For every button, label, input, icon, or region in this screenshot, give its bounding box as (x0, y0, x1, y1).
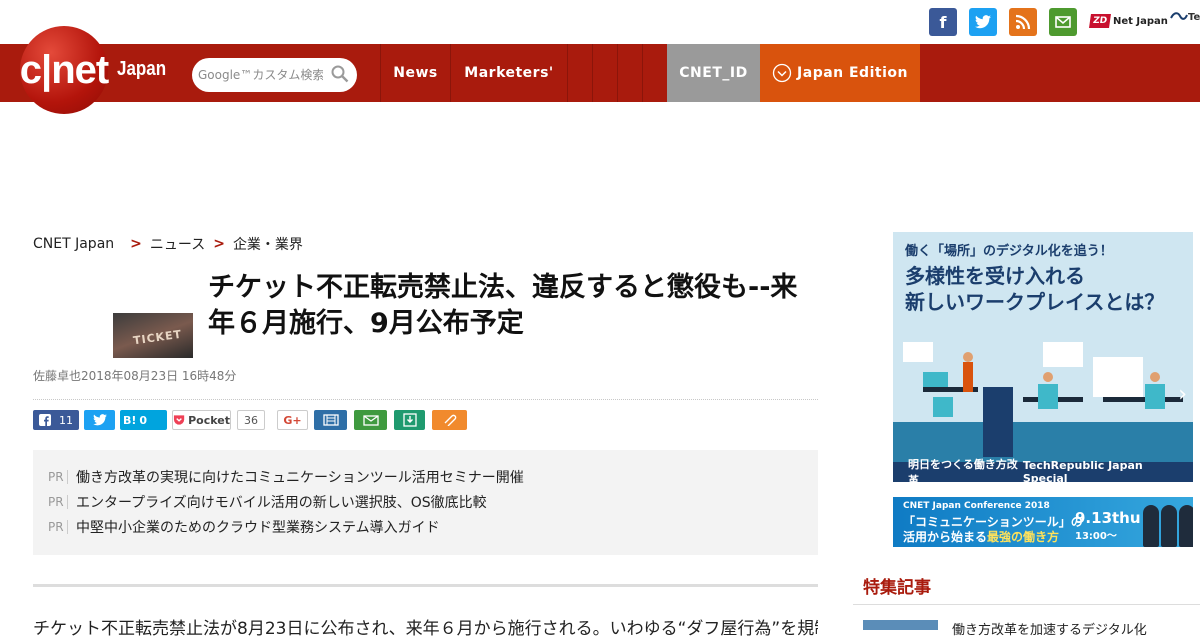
breadcrumb-news[interactable]: ニュース (150, 234, 205, 254)
pr-tag: PR (48, 469, 68, 484)
breadcrumb-separator: > (213, 236, 225, 252)
techrepublic-logo-icon (1170, 12, 1188, 20)
hatena-bookmark-button[interactable]: B! 0 (120, 410, 167, 430)
nav-empty-1[interactable] (568, 44, 592, 102)
japan-edition-label: Japan Edition (797, 65, 908, 81)
save-button[interactable] (394, 410, 425, 430)
nav-news[interactable]: News (381, 44, 450, 102)
google-plus-button[interactable]: G+ (277, 410, 308, 430)
breadcrumb-home[interactable]: CNET Japan (33, 236, 114, 252)
hatena-icon: B! (123, 413, 137, 427)
conference-ad-banner[interactable]: CNET Japan Conference 2018 「コミュニケーションツール… (893, 497, 1193, 547)
zdnet-label: Net Japan (1113, 15, 1168, 27)
ad-footer-right: TechRepublic Japan Special (1022, 459, 1143, 482)
paperclip-icon (444, 414, 456, 426)
nav-cnet-id[interactable]: CNET_ID (667, 44, 760, 102)
print-icon (322, 414, 339, 426)
facebook-share-count: 11 (59, 413, 73, 427)
chevron-right-icon[interactable]: › (1178, 382, 1187, 407)
article-body-text: チケット不正転売禁止法が8月23日に公布され、来年６月から施行される。いわゆる“… (33, 619, 818, 639)
dotted-divider (33, 399, 818, 400)
ad-title-line-1: 多様性を受け入れる (905, 264, 1085, 288)
conference-time: 13:00〜 (1075, 531, 1117, 542)
article-title: チケット不正転売禁止法、違反すると懲役も--来年６月施行、9月公布予定 (208, 272, 798, 339)
ad-footer-left: 明日をつくる働き方改革 (908, 458, 1018, 482)
cnet-logo[interactable]: c|net (19, 26, 109, 114)
hatena-count: 0 (139, 413, 148, 427)
sidebar-thumbnail[interactable] (863, 620, 938, 630)
pr-link[interactable]: 中堅中小企業のためのクラウド型業務システム導入ガイド (76, 517, 440, 537)
search-icon[interactable] (331, 65, 349, 87)
article-byline: 佐藤卓也2018年08月23日 16時48分 (33, 369, 237, 383)
print-button[interactable] (314, 410, 347, 430)
conference-subtopic: 活用から始まる最強の働き方 (903, 528, 1059, 545)
conference-subtopic-highlight: 最強の働き方 (987, 530, 1060, 544)
ad-footer: 明日をつくる働き方改革 TechRepublic Japan Special (893, 458, 1193, 482)
search-box (192, 58, 357, 92)
pocket-label: Pocket (188, 413, 230, 427)
pr-links-box: PR 働き方改革の実現に向けたコミュニケーションツール活用セミナー開催 PR エ… (33, 450, 818, 555)
article-divider (33, 584, 818, 587)
clip-button[interactable] (432, 410, 467, 430)
pr-item: PR エンタープライズ向けモバイル活用の新しい選択肢、OS徹底比較 (33, 489, 818, 514)
speaker-photo (1179, 505, 1193, 547)
conference-name: CNET Japan Conference 2018 (903, 501, 1050, 511)
conference-subtopic-plain: 活用から始まる (903, 530, 988, 544)
breadcrumb-separator: > (130, 236, 142, 252)
ad-headline: 働く「場所」のデジタル化を追う！ (905, 244, 1113, 259)
mail-icon (362, 414, 379, 426)
ad-title-line-2: 新しいワークプレイスとは？ (905, 290, 1165, 314)
conference-date: 9.13thu (1075, 509, 1141, 527)
search-input[interactable] (198, 68, 323, 82)
pr-tag: PR (48, 494, 68, 509)
facebook-icon[interactable]: f (929, 8, 957, 36)
techrepublic-link[interactable]: Te (1170, 10, 1200, 24)
pr-item: PR 中堅中小企業のためのクラウド型業務システム導入ガイド (33, 514, 818, 539)
sidebar-section-header: 特集記事 (853, 565, 1200, 605)
article-thumbnail: TICKET (113, 313, 193, 358)
pocket-icon (173, 415, 185, 425)
speaker-photo (1161, 505, 1177, 547)
pr-tag: PR (48, 519, 68, 534)
cnet-logo-text: c|net (19, 47, 109, 92)
pr-link[interactable]: 働き方改革の実現に向けたコミュニケーションツール活用セミナー開催 (76, 467, 524, 487)
zdnet-japan-link[interactable]: ZD Net Japan (1089, 9, 1168, 33)
sidebar-heading: 特集記事 (863, 578, 931, 598)
breadcrumb: CNET Japan > ニュース > 企業・業界 (33, 234, 303, 254)
nav-empty-3[interactable] (618, 44, 642, 102)
techrepublic-label: Te (1188, 11, 1200, 23)
mail-icon[interactable] (1049, 8, 1077, 36)
breadcrumb-industry[interactable]: 企業・業界 (233, 234, 303, 254)
rss-icon[interactable] (1009, 8, 1037, 36)
download-icon (402, 413, 417, 427)
nav-marketers[interactable]: Marketers' (451, 44, 567, 102)
pocket-button[interactable]: Pocket (172, 410, 231, 430)
pocket-count: 36 (237, 410, 265, 430)
pr-link[interactable]: エンタープライズ向けモバイル活用の新しい選択肢、OS徹底比較 (76, 492, 487, 512)
thumbnail-ticket-text: TICKET (132, 327, 183, 348)
logo-japan-label: Japan (117, 58, 167, 80)
twitter-share-button[interactable] (84, 410, 115, 430)
office-illustration (893, 342, 1193, 462)
nav-japan-edition[interactable]: Japan Edition (760, 44, 920, 102)
zdnet-logo-mark: ZD (1089, 14, 1111, 28)
facebook-share-button[interactable]: 11 (33, 410, 79, 430)
workplace-ad-banner[interactable]: 働く「場所」のデジタル化を追う！ 多様性を受け入れる 新しいワークプレイスとは？… (893, 232, 1193, 482)
twitter-icon (92, 414, 107, 426)
chevron-down-circle-icon (772, 63, 792, 83)
speaker-photo (1143, 505, 1159, 547)
pr-item: PR 働き方改革の実現に向けたコミュニケーションツール活用セミナー開催 (33, 464, 818, 489)
facebook-icon (39, 414, 51, 426)
sidebar-article-link[interactable]: 働き方改革を加速するデジタル化 (952, 619, 1147, 638)
email-share-button[interactable] (354, 410, 387, 430)
nav-divider (642, 44, 643, 102)
nav-empty-2[interactable] (593, 44, 617, 102)
twitter-icon[interactable] (969, 8, 997, 36)
top-utility-bar: f ZD Net Japan Te (0, 0, 1200, 44)
